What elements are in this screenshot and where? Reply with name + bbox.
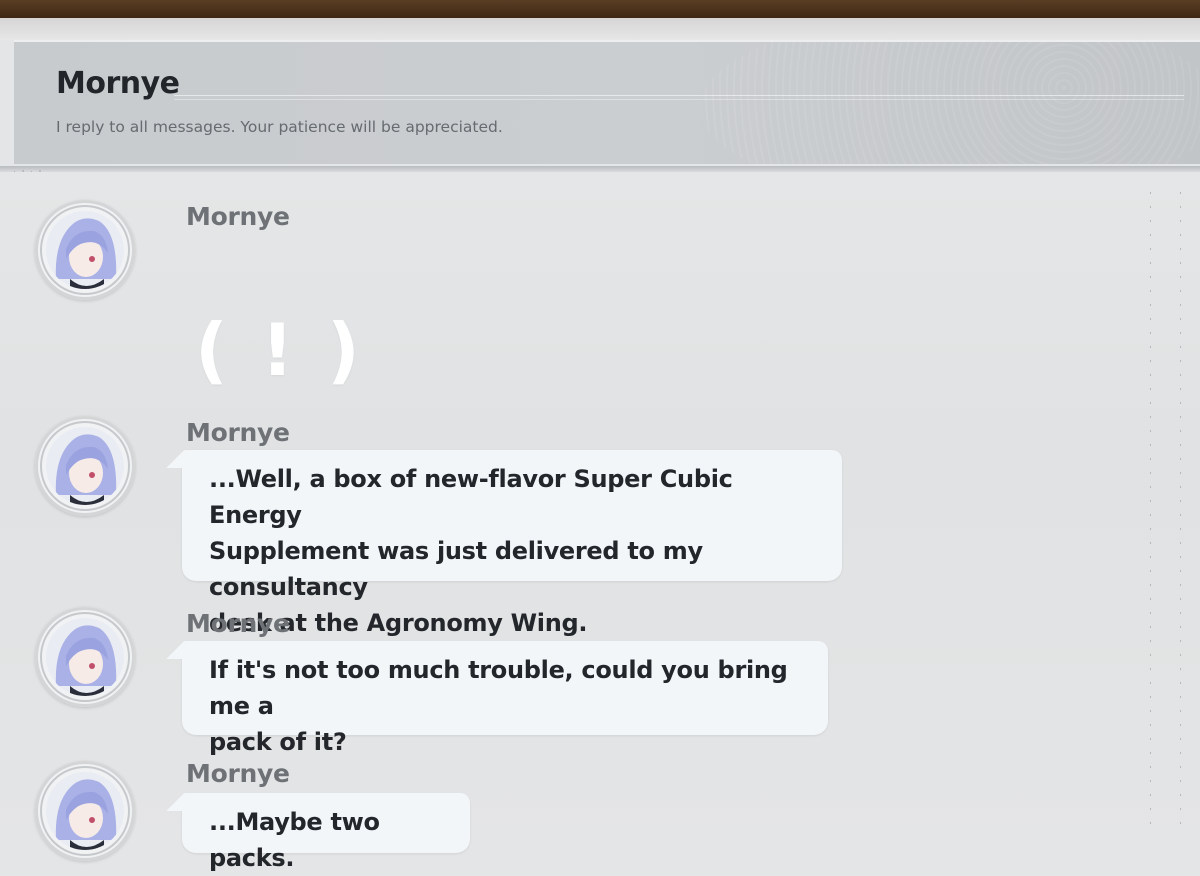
message-line: ...Well, a box of new-flavor Super Cubic… (209, 465, 733, 529)
sender-name: Mornye (186, 759, 290, 788)
chat-message-list[interactable]: Mornye ( ! ) Mornye ...Well, a box of ne… (0, 172, 1200, 872)
mornye-avatar-icon (46, 618, 124, 696)
contact-status: I reply to all messages. Your patience w… (56, 118, 503, 136)
sticker-exclamation: ( ! ) (195, 308, 364, 392)
avatar[interactable] (35, 416, 135, 516)
mornye-avatar-icon (46, 211, 124, 289)
message-item: Mornye ...Well, a box of new-flavor Supe… (0, 412, 1200, 637)
contact-name: Mornye (56, 66, 180, 101)
header-line (174, 99, 1184, 100)
message-line: pack of it? (209, 728, 347, 756)
mornye-avatar-icon (46, 427, 124, 505)
avatar[interactable] (35, 200, 135, 300)
window-top-bar (0, 0, 1200, 18)
sender-name: Mornye (186, 202, 290, 231)
sender-name: Mornye (186, 418, 290, 447)
message-item: Mornye If it's not too much trouble, cou… (0, 603, 1200, 756)
top-bar-shadow (0, 18, 1200, 40)
header-decoration (700, 42, 1200, 164)
message-bubble: If it's not too much trouble, could you … (166, 641, 828, 756)
message-item: Mornye ...Maybe two packs. (0, 757, 1200, 872)
mornye-avatar-icon (46, 772, 124, 850)
message-bubble: ...Maybe two packs. (166, 793, 470, 872)
avatar[interactable] (35, 761, 135, 861)
avatar[interactable] (35, 607, 135, 707)
sender-name: Mornye (186, 609, 290, 638)
message-line: Supplement was just delivered to my cons… (209, 537, 703, 601)
message-line: If it's not too much trouble, could you … (209, 656, 788, 720)
chat-header: Mornye I reply to all messages. Your pat… (14, 40, 1200, 164)
header-line (174, 95, 1184, 96)
message-line: ...Maybe two packs. (209, 808, 380, 872)
message-item: Mornye ( ! ) (0, 196, 1200, 392)
message-bubble: ...Well, a box of new-flavor Super Cubic… (166, 450, 842, 637)
